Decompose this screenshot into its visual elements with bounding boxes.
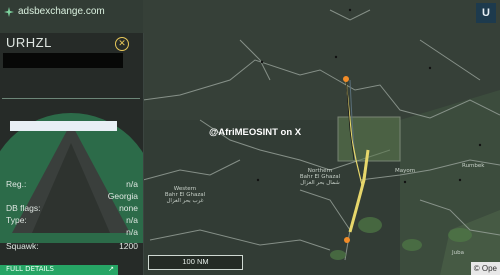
map-label-rumbek: Rumbek bbox=[462, 163, 485, 169]
units-button[interactable]: U bbox=[476, 3, 496, 23]
aircraft-info-panel: URHZL ✕ Reg.: n/a Georgia DB flags: none T… bbox=[0, 33, 144, 275]
callsign: URHZL bbox=[6, 35, 52, 50]
redacted-bar-light bbox=[10, 121, 117, 131]
detail-row: Type: n/a bbox=[6, 215, 138, 225]
detail-row: Reg.: n/a bbox=[6, 179, 138, 189]
map-label-northern-bahr-el-ghazal: Northern Bahr El Ghazal شمال بحر الغزال bbox=[299, 168, 341, 186]
panel-header: URHZL ✕ bbox=[0, 33, 143, 53]
scale-bar: 100 NM bbox=[148, 255, 243, 270]
external-link-icon: ↗ bbox=[108, 265, 114, 273]
aircraft-marker-icon bbox=[343, 76, 349, 82]
attribution[interactable]: © Ope bbox=[470, 262, 500, 275]
watermark: @AfriMEOSINT on X bbox=[209, 127, 302, 138]
full-details-button[interactable]: FULL DETAILS ↗ bbox=[0, 265, 118, 275]
map-label-juba: Juba bbox=[452, 250, 464, 256]
detail-row: DB flags: none bbox=[6, 203, 138, 213]
divider bbox=[2, 98, 140, 99]
map-label-western-bahr-el-ghazal: Western Bahr El Ghazal غرب بحر الغزال bbox=[164, 186, 206, 204]
close-icon[interactable]: ✕ bbox=[115, 37, 129, 51]
brand[interactable]: adsbexchange.com bbox=[4, 6, 105, 17]
map-label-mayom: Mayom bbox=[395, 168, 416, 174]
redacted-bar bbox=[3, 53, 123, 68]
detail-row: Squawk: 1200 bbox=[6, 241, 138, 251]
full-details-label: FULL DETAILS bbox=[6, 265, 54, 273]
aircraft-details: Reg.: n/a Georgia DB flags: none Type: n/a … bbox=[6, 179, 138, 253]
detail-row: Georgia bbox=[107, 191, 138, 201]
top-bar: adsbexchange.com U bbox=[0, 0, 500, 30]
plane-logo-icon bbox=[4, 6, 14, 17]
detail-row: n/a bbox=[126, 227, 138, 237]
brand-name: adsbexchange.com bbox=[18, 6, 105, 17]
